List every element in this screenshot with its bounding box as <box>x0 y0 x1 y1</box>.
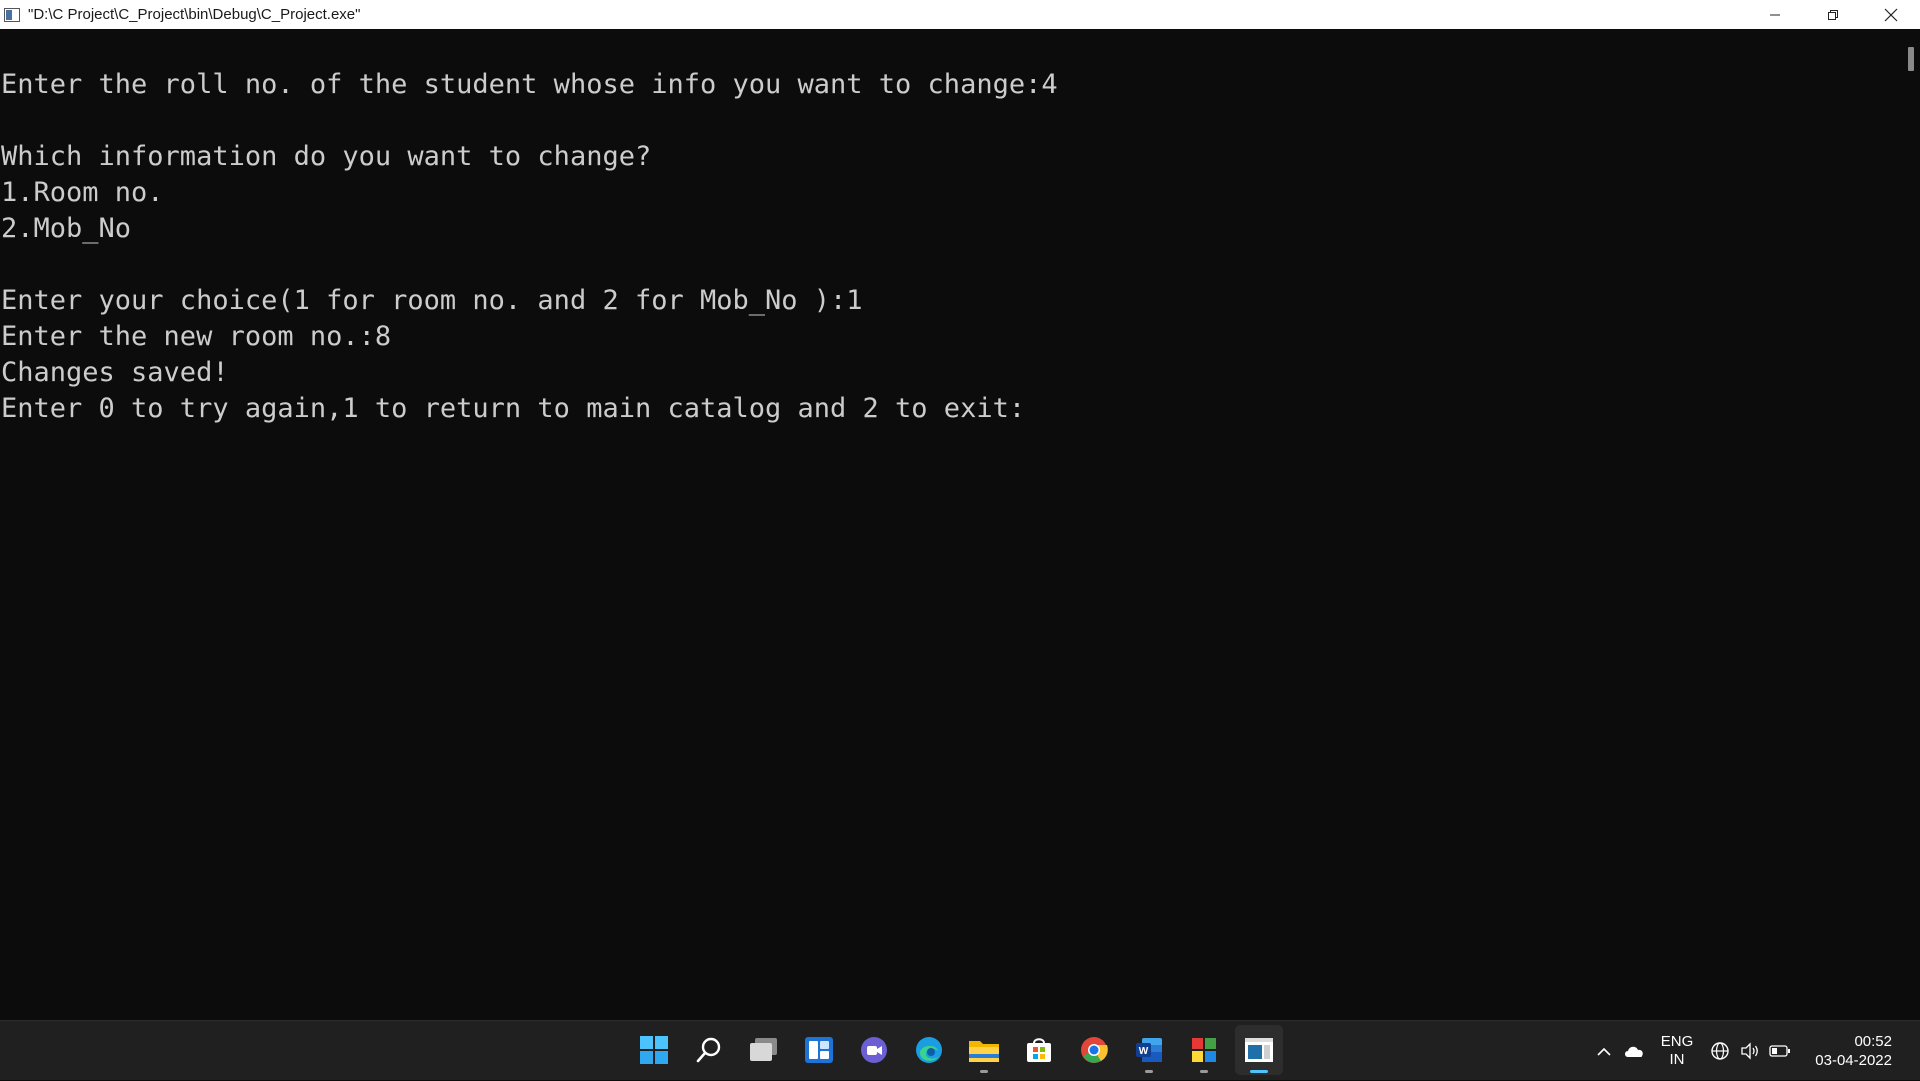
active-indicator <box>1250 1070 1268 1073</box>
store-button[interactable] <box>1015 1025 1063 1075</box>
edge-icon <box>916 1037 942 1063</box>
file-explorer-icon <box>969 1041 999 1062</box>
battery-icon <box>1769 1045 1791 1057</box>
globe-icon <box>1711 1042 1729 1060</box>
cloud-icon <box>1624 1046 1643 1057</box>
task-view-icon <box>750 1038 777 1061</box>
close-icon <box>1884 8 1898 21</box>
window-title: "D:\C Project\C_Project\bin\Debug\C_Proj… <box>28 6 361 23</box>
close-button[interactable] <box>1862 0 1920 29</box>
console-line: Which information do you want to change? <box>1 141 652 172</box>
running-indicator <box>1200 1070 1208 1073</box>
console-line: 1.Room no. <box>1 177 164 208</box>
console-window-icon <box>4 7 20 22</box>
widgets-icon <box>805 1037 833 1063</box>
show-desktop-button[interactable] <box>1910 1021 1920 1081</box>
search-button[interactable] <box>685 1025 733 1075</box>
store-icon <box>1027 1038 1051 1062</box>
chat-button[interactable] <box>850 1025 898 1075</box>
taskbar: W ENG IN 00:52 03-04-2022 <box>0 1020 1920 1080</box>
minimize-icon <box>1770 14 1780 15</box>
codeblocks-icon <box>1192 1038 1216 1062</box>
battery-button[interactable] <box>1767 1038 1793 1064</box>
system-tray: ENG IN 00:52 03-04-2022 <box>1591 1021 1920 1081</box>
chevron-up-icon <box>1597 1047 1611 1056</box>
word-icon: W <box>1136 1038 1162 1062</box>
language-code: ENG <box>1660 1033 1694 1050</box>
clock-date: 03-04-2022 <box>1815 1052 1892 1069</box>
scrollbar-thumb[interactable] <box>1908 47 1914 71</box>
clock[interactable]: 00:52 03-04-2022 <box>1815 1032 1892 1070</box>
clock-time: 00:52 <box>1854 1033 1892 1050</box>
chrome-button[interactable] <box>1070 1025 1118 1075</box>
vertical-scrollbar[interactable] <box>1900 29 1920 1020</box>
restore-icon <box>1828 9 1838 20</box>
chrome-icon <box>1081 1037 1108 1063</box>
console-line: Enter the new room no.:8 <box>1 321 392 352</box>
title-bar: "D:\C Project\C_Project\bin\Debug\C_Proj… <box>0 0 1920 29</box>
window-controls <box>1746 0 1920 29</box>
search-icon <box>696 1037 721 1063</box>
console-line: 2.Mob_No <box>1 213 132 244</box>
edge-button[interactable] <box>905 1025 953 1075</box>
codeblocks-button[interactable] <box>1180 1025 1228 1075</box>
task-view-button[interactable] <box>740 1025 788 1075</box>
running-indicator <box>980 1070 988 1073</box>
console-app-button[interactable] <box>1235 1025 1283 1075</box>
speaker-icon <box>1741 1042 1759 1060</box>
console-area[interactable]: Enter the roll no. of the student whose … <box>0 29 1900 1020</box>
console-line: Enter the roll no. of the student whose … <box>1 69 1058 100</box>
console-line: Changes saved! <box>1 357 229 388</box>
running-indicator <box>1145 1070 1153 1073</box>
onedrive-button[interactable] <box>1621 1038 1647 1064</box>
volume-button[interactable] <box>1737 1038 1763 1064</box>
console-output: Enter the roll no. of the student whose … <box>1 67 1058 427</box>
svg-text:W: W <box>1139 1046 1149 1057</box>
file-explorer-button[interactable] <box>960 1025 1008 1075</box>
console-app-icon <box>1245 1038 1273 1062</box>
restore-button[interactable] <box>1804 0 1862 29</box>
minimize-button[interactable] <box>1746 0 1804 29</box>
console-line: Enter 0 to try again,1 to return to main… <box>1 393 1026 424</box>
show-hidden-icons-button[interactable] <box>1591 1038 1617 1064</box>
language-indicator[interactable]: ENG IN <box>1661 1033 1694 1069</box>
console-line: Enter your choice(1 for room no. and 2 f… <box>1 285 863 316</box>
region-code: IN <box>1669 1051 1685 1068</box>
windows-start-icon <box>640 1036 668 1064</box>
start-button[interactable] <box>630 1025 678 1075</box>
widgets-button[interactable] <box>795 1025 843 1075</box>
word-button[interactable]: W <box>1125 1025 1173 1075</box>
network-button[interactable] <box>1707 1038 1733 1064</box>
chat-icon <box>861 1037 887 1063</box>
taskbar-pinned-apps: W <box>630 1025 1283 1075</box>
